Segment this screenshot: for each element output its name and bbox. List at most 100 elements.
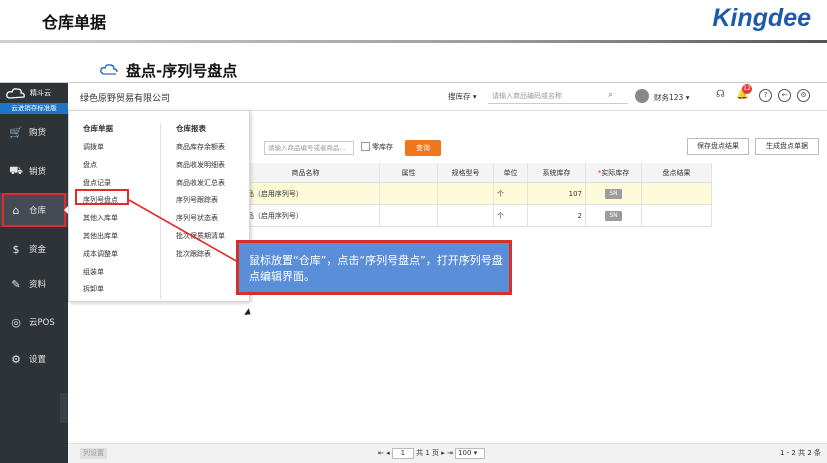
menu-item-disassembly[interactable]: 拆卸单 bbox=[83, 284, 104, 294]
sidebar-item-pos[interactable]: ◎ 云POS bbox=[0, 305, 68, 339]
menu-divider bbox=[160, 123, 161, 299]
user-menu[interactable]: 财务123 ▾ bbox=[654, 92, 689, 103]
table-row[interactable]: C商品（启用序列号） 个 2 SN bbox=[232, 205, 712, 227]
last-page-icon[interactable]: ⇥ bbox=[447, 449, 453, 457]
page-size-select[interactable]: 100 ▾ bbox=[455, 448, 486, 459]
sidebar-item-label: 销货 bbox=[29, 167, 47, 177]
menu-item-cost-adjust[interactable]: 成本调整单 bbox=[83, 249, 118, 259]
cell-actual-stock[interactable]: SN bbox=[586, 183, 642, 204]
pos-icon: ◎ bbox=[11, 315, 21, 329]
record-range: 1 - 2 共 2 条 bbox=[779, 449, 821, 457]
global-search-input[interactable]: 请输入商品编码或名称 bbox=[488, 88, 628, 104]
prev-page-icon[interactable]: ◂ bbox=[386, 449, 390, 457]
column-settings-button[interactable]: 列设置 bbox=[80, 448, 107, 459]
menu-item-transfer[interactable]: 调拨单 bbox=[83, 142, 104, 152]
stock-dropdown-label: 搜库存 bbox=[448, 92, 471, 101]
query-button[interactable]: 查询 bbox=[405, 140, 441, 156]
sn-button[interactable]: SN bbox=[605, 189, 622, 199]
avatar[interactable] bbox=[635, 89, 649, 103]
menu-head: 仓库单据 bbox=[83, 124, 113, 133]
first-page-icon[interactable]: ⇤ bbox=[378, 449, 384, 457]
cell-spec bbox=[438, 205, 494, 226]
page-size-value: 100 bbox=[458, 449, 472, 457]
sidebar-item-funds[interactable]: $ 资金 bbox=[0, 232, 68, 266]
column-header-label: 实际库存 bbox=[601, 169, 630, 177]
search-icon[interactable]: ⌕ bbox=[608, 90, 613, 100]
sidebar: 精斗云 云进销存标准版 🛒 购货 ⛟ 销货 ⌂ 仓库 $ 资金 ✎ 资料 ◎ 云… bbox=[0, 83, 68, 463]
sidebar-item-label: 资料 bbox=[29, 280, 47, 290]
menu-item-other-in[interactable]: 其他入库单 bbox=[83, 213, 118, 223]
cell-name: C商品（启用序列号） bbox=[232, 205, 380, 226]
menu-item-count[interactable]: 盘点 bbox=[83, 160, 97, 170]
menu-item-assembly[interactable]: 组装单 bbox=[83, 267, 104, 277]
company-name: 绿色原野贸易有限公司 bbox=[80, 94, 171, 104]
money-icon: $ bbox=[12, 242, 20, 256]
menu-item-count-record[interactable]: 盘点记录 bbox=[83, 178, 111, 188]
slide-header: 仓库单据 Kingdee bbox=[0, 0, 827, 43]
cell-attr bbox=[380, 183, 438, 204]
cell-spec bbox=[438, 183, 494, 204]
table-row[interactable]: C商品（启用序列号） 个 107 SN bbox=[232, 183, 712, 205]
menu-item-io-detail[interactable]: 商品收发明细表 bbox=[176, 160, 225, 170]
save-count-result-button[interactable]: 保存盘点结果 bbox=[687, 138, 749, 155]
settings-icon[interactable]: ⚙ bbox=[797, 89, 810, 102]
menu-item-serial-track[interactable]: 序列号跟踪表 bbox=[176, 195, 218, 205]
serial-count-highlight-box bbox=[75, 189, 129, 205]
inventory-count-table: 商品名称 属性 规格型号 单位 系统库存 *实际库存 盘点结果 C商品（启用序列… bbox=[232, 163, 712, 227]
sidebar-item-settings[interactable]: ⚙ 设置 bbox=[0, 342, 68, 376]
callout-text: 鼠标放置“仓库”，点击“序列号盘点”，打开序列号盘点编辑界面。 bbox=[249, 254, 503, 283]
table-header: 商品名称 属性 规格型号 单位 系统库存 *实际库存 盘点结果 bbox=[232, 163, 712, 183]
menu-item-serial-status[interactable]: 序列号状态表 bbox=[176, 213, 218, 223]
sidebar-item-sales[interactable]: ⛟ 销货 bbox=[0, 154, 68, 188]
menu-head: 仓库报表 bbox=[176, 124, 206, 133]
sn-button[interactable]: SN bbox=[605, 211, 622, 221]
column-header-actual-stock: *实际库存 bbox=[586, 163, 642, 182]
cart-icon: 🛒 bbox=[9, 125, 23, 139]
generate-count-document-button[interactable]: 生成盘点单据 bbox=[755, 138, 819, 155]
cloud-logo-icon bbox=[6, 88, 25, 99]
headset-icon[interactable]: ☊ bbox=[714, 89, 727, 102]
column-header: 系统库存 bbox=[528, 163, 586, 182]
next-page-icon[interactable]: ▸ bbox=[441, 449, 445, 457]
sidebar-collapse-handle[interactable] bbox=[60, 393, 68, 423]
warehouse-highlight-box bbox=[2, 193, 66, 227]
topbar: 绿色原野贸易有限公司 搜库存 ▾ 请输入商品编码或名称 ⌕ 财务123 ▾ ☊ … bbox=[68, 83, 827, 111]
help-icon[interactable]: ? bbox=[759, 89, 772, 102]
zero-stock-checkbox[interactable] bbox=[361, 142, 370, 151]
menu-item-stock-balance[interactable]: 商品库存余额表 bbox=[176, 142, 225, 152]
cloud-icon bbox=[100, 64, 118, 75]
truck-icon: ⛟ bbox=[9, 163, 23, 177]
column-header: 规格型号 bbox=[438, 163, 494, 182]
sidebar-brand: 精斗云 云进销存标准版 bbox=[0, 83, 68, 114]
slide-title: 仓库单据 bbox=[42, 13, 107, 32]
pager: ⇤ ◂ 1 共 1 页 ▸ ⇥ 100 ▾ bbox=[378, 448, 486, 459]
product-filter-input[interactable]: 请输入商品编号或者商品... bbox=[264, 141, 354, 155]
back-icon[interactable]: ← bbox=[778, 89, 791, 102]
cell-unit: 个 bbox=[494, 205, 528, 226]
menu-item-io-summary[interactable]: 商品收发汇总表 bbox=[176, 178, 225, 188]
cell-result bbox=[642, 183, 712, 204]
menu-item-other-out[interactable]: 其他出库单 bbox=[83, 231, 118, 241]
cell-attr bbox=[380, 205, 438, 226]
page-total: 共 1 页 bbox=[416, 449, 439, 457]
sidebar-item-purchase[interactable]: 🛒 购货 bbox=[0, 115, 68, 149]
gear-icon: ⚙ bbox=[11, 352, 21, 366]
zero-stock-label: 零库存 bbox=[372, 143, 393, 151]
stock-search-dropdown[interactable]: 搜库存 ▾ bbox=[448, 91, 477, 102]
column-header: 属性 bbox=[380, 163, 438, 182]
pagination-bar: 列设置 ⇤ ◂ 1 共 1 页 ▸ ⇥ 100 ▾ 1 - 2 共 2 条 bbox=[68, 443, 827, 463]
column-header: 单位 bbox=[494, 163, 528, 182]
cell-result bbox=[642, 205, 712, 226]
page-number-input[interactable]: 1 bbox=[391, 448, 414, 459]
menu-item-batch-expiry[interactable]: 批次保质期清单 bbox=[176, 231, 225, 241]
cell-actual-stock[interactable]: SN bbox=[586, 205, 642, 226]
pen-icon: ✎ bbox=[11, 277, 21, 291]
cell-sys-stock: 2 bbox=[528, 205, 586, 226]
menu-item-batch-track[interactable]: 批次跟踪表 bbox=[176, 249, 211, 259]
sidebar-item-data[interactable]: ✎ 资料 bbox=[0, 267, 68, 301]
brand-name: 精斗云 bbox=[30, 89, 51, 97]
column-header: 商品名称 bbox=[232, 163, 380, 182]
cell-sys-stock: 107 bbox=[528, 183, 586, 204]
sidebar-item-label: 设置 bbox=[29, 355, 47, 365]
warehouse-menu: 仓库单据 调拨单 盘点 盘点记录 序列号盘点 其他入库单 其他出库单 成本调整单… bbox=[68, 110, 250, 302]
